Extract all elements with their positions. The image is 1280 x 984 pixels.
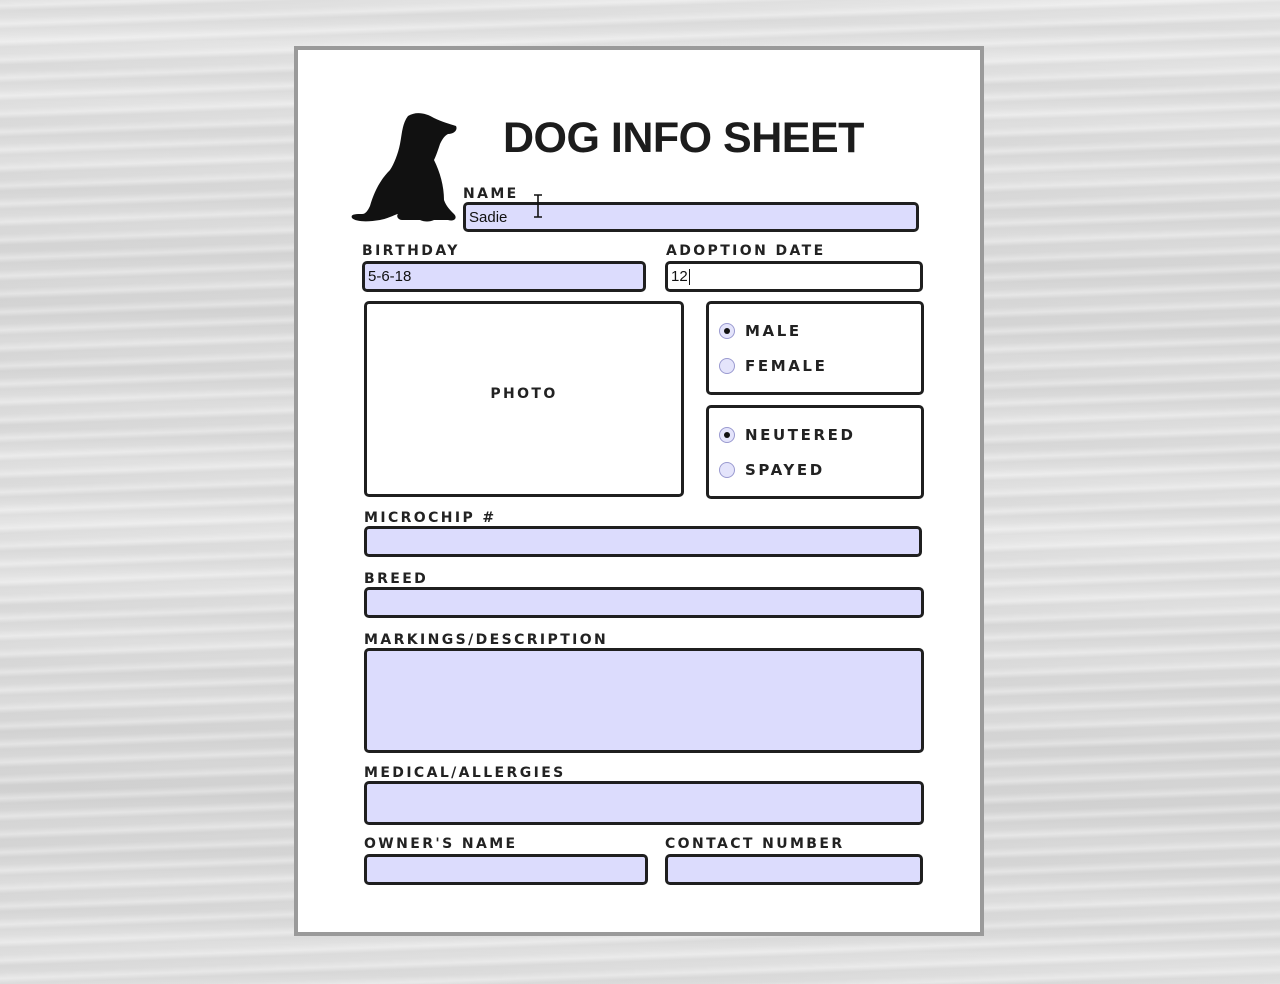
markings-label: MARKINGS/DESCRIPTION <box>364 632 609 648</box>
adoption-date-label: ADOPTION DATE <box>666 243 826 259</box>
medical-label: MEDICAL/ALLERGIES <box>364 765 566 781</box>
breed-input[interactable] <box>364 587 924 618</box>
sex-radio-group: MALE FEMALE <box>706 301 924 395</box>
info-sheet: DOG INFO SHEET NAME Sadie BIRTHDAY 5-6-1… <box>294 46 984 936</box>
name-label: NAME <box>463 186 519 202</box>
contact-number-label: CONTACT NUMBER <box>665 836 845 852</box>
neutered-label: NEUTERED <box>745 426 856 444</box>
text-caret <box>688 269 690 286</box>
adoption-date-value: 12 <box>671 268 688 285</box>
radio-button-spayed[interactable] <box>719 462 735 478</box>
markings-textarea[interactable] <box>364 648 924 753</box>
breed-label: BREED <box>364 571 429 587</box>
spayed-label: SPAYED <box>745 461 825 479</box>
photo-label: PHOTO <box>490 386 558 402</box>
owner-name-input[interactable] <box>364 854 648 885</box>
microchip-label: MICROCHIP # <box>364 510 497 526</box>
female-label: FEMALE <box>745 357 828 375</box>
birthday-label: BIRTHDAY <box>362 243 460 259</box>
photo-box[interactable]: PHOTO <box>364 301 684 497</box>
sex-option-male[interactable]: MALE <box>719 322 802 340</box>
fixed-option-neutered[interactable]: NEUTERED <box>719 426 856 444</box>
radio-button-female[interactable] <box>719 358 735 374</box>
text-cursor-icon <box>534 194 542 218</box>
radio-button-male[interactable] <box>719 323 735 339</box>
male-label: MALE <box>745 322 802 340</box>
medical-input[interactable] <box>364 781 924 825</box>
sex-option-female[interactable]: FEMALE <box>719 357 827 375</box>
dog-silhouette-icon <box>351 113 457 222</box>
page-title: DOG INFO SHEET <box>503 114 864 162</box>
name-value: Sadie <box>469 209 508 226</box>
radio-button-neutered[interactable] <box>719 427 735 443</box>
owner-name-label: OWNER'S NAME <box>364 836 518 852</box>
adoption-date-input[interactable]: 12 <box>665 261 923 292</box>
birthday-input[interactable]: 5-6-18 <box>362 261 646 292</box>
birthday-value: 5-6-18 <box>368 268 412 285</box>
contact-number-input[interactable] <box>665 854 923 885</box>
fixed-radio-group: NEUTERED SPAYED <box>706 405 924 499</box>
fixed-option-spayed[interactable]: SPAYED <box>719 461 825 479</box>
microchip-input[interactable] <box>364 526 922 557</box>
